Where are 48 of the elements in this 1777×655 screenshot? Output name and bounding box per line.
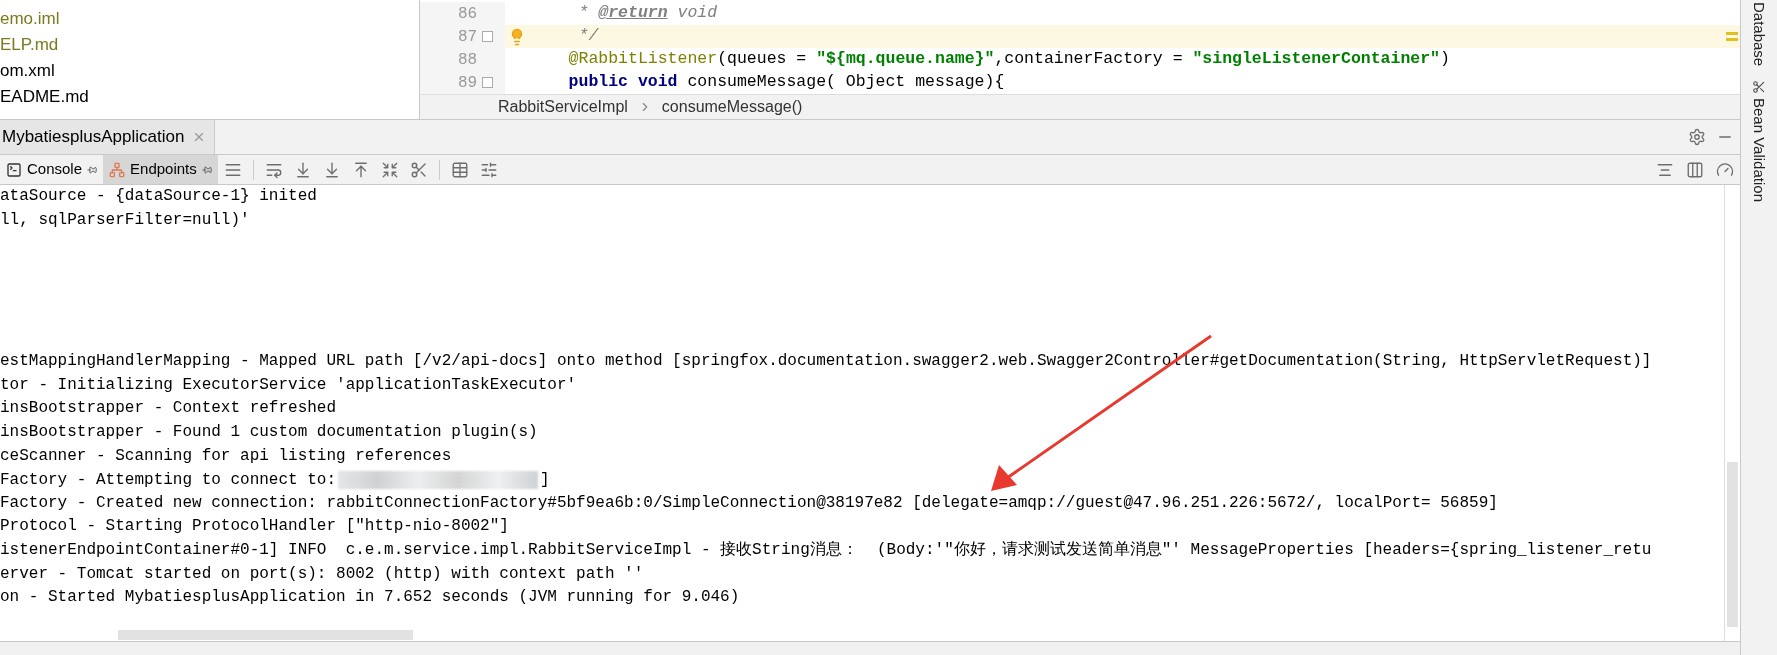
console-line: ataSource - {dataSource-1} inited: [0, 186, 317, 207]
pin-icon[interactable]: [201, 164, 212, 175]
tree-item[interactable]: om.xml: [0, 58, 55, 84]
terminal-icon: [6, 161, 22, 178]
console-line: istenerEndpointContainer#0-1] INFO c.e.m.service.impl.RabbitServiceImpl - 接收String消息： (Body:'"你好，请求测试发送简单消息"' MessageProperties [headers={spring_listener_retu: [0, 539, 1652, 561]
code-line: * @return void: [577, 2, 718, 25]
gauge-icon[interactable]: [1716, 160, 1734, 179]
horizontal-scrollbar[interactable]: [118, 630, 413, 640]
breadcrumb[interactable]: consumeMessage(): [661, 95, 803, 119]
console-line: Factory - Created new connection: rabbitConnectionFactory#5bf9ea6b:0/SimpleConnection@38197e82 [delegate=amqp://guest@47.96.251.226:5672/, localPort= 56859]: [0, 492, 1498, 514]
console-line: insBootstrapper - Context refreshed: [0, 398, 337, 420]
fold-marker-icon[interactable]: [482, 31, 494, 42]
side-tool-tab[interactable]: Database: [1747, 2, 1771, 67]
console-line: tor - Initializing ExecutorService 'applicationTaskExecutor': [0, 374, 577, 396]
console-line: erver - Tomcat started on port(s): 8002 (http) with context path '': [0, 563, 644, 585]
line-number: 89: [458, 72, 478, 94]
side-tool-tab[interactable]: Bean Validation: [1747, 80, 1771, 203]
fold-marker-icon[interactable]: [482, 77, 494, 88]
console-line: on - Started MybatiesplusApplication in 7.652 seconds (JVM running for 9.046): [0, 587, 740, 609]
settings-icon[interactable]: [1688, 128, 1706, 146]
tool-tab[interactable]: Endpoints: [103, 155, 218, 184]
run-tab[interactable]: MybatiesplusApplication: [0, 120, 216, 154]
tool-tab[interactable]: Console: [0, 155, 104, 184]
tree-item[interactable]: ELP.md: [0, 32, 59, 58]
code-line: @RabbitListener(queues = "${mq.queue.name}",containerFactory = "singleListenerContainer"): [567, 48, 1450, 71]
breadcrumb[interactable]: RabbitServiceImpl: [498, 95, 628, 119]
tree-item[interactable]: emo.iml: [0, 6, 60, 32]
console-line: ll, sqlParserFilter=null)': [0, 209, 250, 231]
network-icon: [109, 161, 126, 178]
vertical-scrollbar[interactable]: [1727, 462, 1738, 627]
code-line: public void consumeMessage( Object message){: [567, 71, 1005, 94]
tree-item[interactable]: EADME.md: [0, 84, 89, 110]
table-icon[interactable]: [450, 160, 469, 179]
layout-icon[interactable]: [1686, 160, 1704, 179]
scissors-icon: [1752, 80, 1766, 95]
console-line: insBootstrapper - Found 1 custom documentation plugin(s): [0, 421, 538, 443]
console-line: Protocol - Starting ProtocolHandler ["http-nio-8002"]: [0, 516, 509, 538]
console-line: Factory - Attempting to connect to:: [0, 469, 337, 491]
collapse-icon[interactable]: [380, 160, 399, 179]
line-number: 86: [458, 3, 478, 25]
console-line: ceScanner - Scanning for api listing references: [0, 445, 452, 467]
line-number: 87: [458, 26, 478, 48]
code-line: */: [577, 25, 599, 48]
cut-icon[interactable]: [409, 160, 428, 179]
pin-icon[interactable]: [87, 164, 98, 175]
sliders-icon[interactable]: [479, 160, 498, 179]
line-number: 88: [458, 49, 478, 71]
console-text: ]: [540, 469, 550, 491]
